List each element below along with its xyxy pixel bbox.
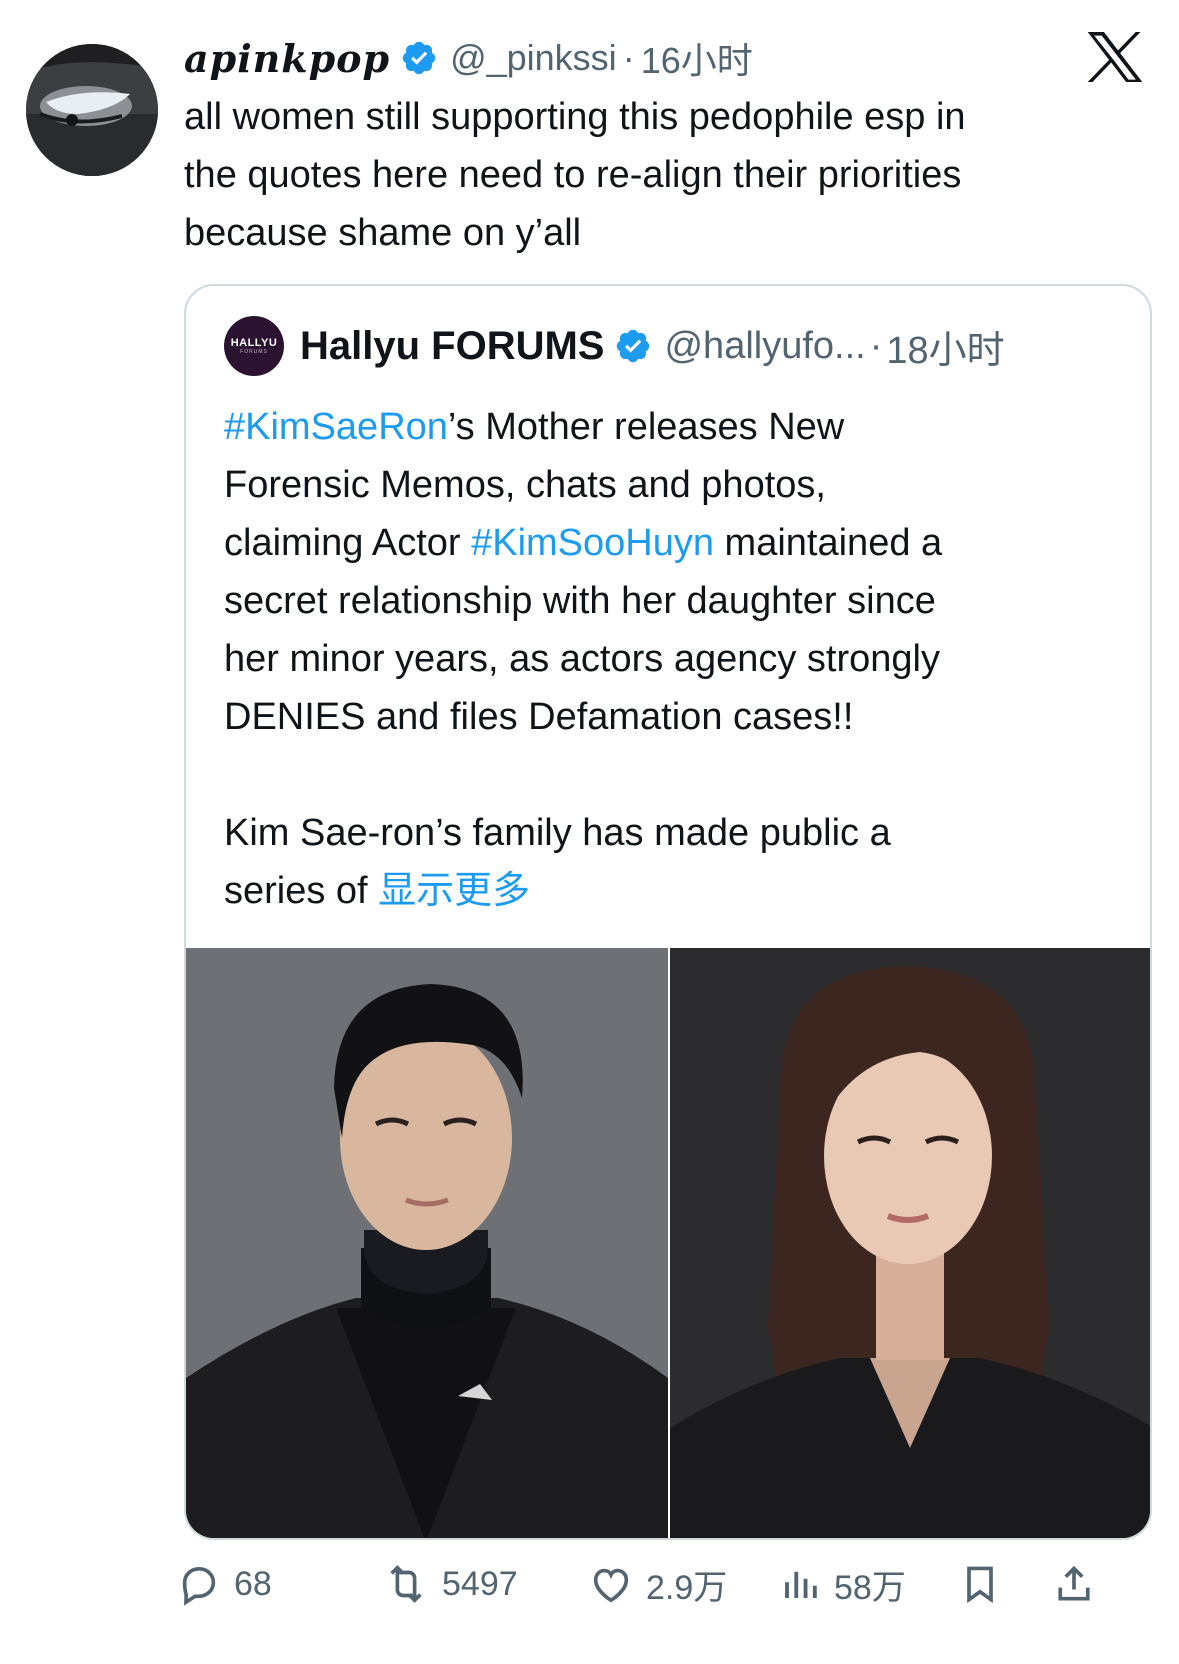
quoted-text-segment: claiming Actor (224, 522, 472, 564)
like-count: 2.9万 (646, 1568, 728, 1607)
verified-badge-icon (614, 327, 652, 365)
show-more-link[interactable]: 显示更多 (378, 870, 530, 912)
tweet-text-line: the quotes here need to re-align their p… (184, 154, 962, 196)
portrait-woman-image (670, 948, 1150, 1538)
avatar-image (26, 44, 158, 176)
repost-count: 5497 (442, 1564, 518, 1603)
quoted-tweet-text: #KimSaeRon’s Mother releases New Forensi… (224, 398, 1124, 920)
quoted-tweet[interactable]: HALLYU FORUMS Hallyu FORUMS @hallyufo...… (184, 284, 1152, 1540)
portrait-man-image (186, 948, 668, 1538)
tweet-text-line: because shame on y’all (184, 212, 582, 254)
media-photo-left[interactable] (186, 948, 668, 1538)
quoted-text-line: #KimSaeRon’s Mother releases New (224, 398, 1124, 456)
handle[interactable]: @_pinkssi (450, 37, 617, 79)
reply-count: 68 (234, 1564, 272, 1603)
quoted-text-line: series of 显示更多 (224, 862, 1124, 920)
share-button[interactable] (1052, 1548, 1096, 1620)
quoted-text-line: DENIES and files Defamation cases!! (224, 696, 854, 738)
view-count: 58万 (834, 1568, 906, 1607)
quoted-tweet-header: HALLYU FORUMS Hallyu FORUMS @hallyufo...… (224, 316, 1005, 376)
quoted-avatar-logo-subtext: FORUMS (240, 348, 268, 355)
quoted-handle[interactable]: @hallyufo... (664, 325, 865, 368)
quoted-display-name[interactable]: Hallyu FORUMS (300, 324, 604, 369)
hashtag-link[interactable]: #KimSooHuyn (471, 522, 714, 564)
action-bar: 68 5497 2.9万 58万 (182, 1548, 1144, 1620)
quoted-media[interactable] (186, 948, 1150, 1538)
quoted-text-segment: series of (224, 870, 379, 912)
avatar[interactable] (26, 44, 158, 176)
repost-button[interactable]: 5497 (382, 1548, 518, 1620)
timestamp[interactable]: 16小时 (641, 32, 753, 84)
quoted-timestamp[interactable]: 18小时 (886, 319, 1004, 374)
repost-icon (382, 1561, 430, 1607)
tweet-header: apinkpop @_pinkssi · 16小时 (184, 30, 753, 86)
views-icon (780, 1561, 822, 1607)
bookmark-icon (958, 1560, 1002, 1608)
tweet-text: all women still supporting this pedophil… (184, 88, 1144, 262)
separator-dot: · (869, 324, 883, 367)
reply-icon (176, 1561, 222, 1607)
media-photo-right[interactable] (670, 948, 1150, 1538)
reply-button[interactable]: 68 (176, 1548, 272, 1620)
quoted-avatar[interactable]: HALLYU FORUMS (224, 316, 284, 376)
verified-badge-icon (400, 39, 438, 77)
tweet-text-line: all women still supporting this pedophil… (184, 96, 966, 138)
quoted-text-line: her minor years, as actors agency strong… (224, 638, 940, 680)
like-button[interactable]: 2.9万 (588, 1548, 727, 1620)
heart-icon (588, 1561, 634, 1607)
quoted-text-line: claiming Actor #KimSooHuyn maintained a (224, 514, 1124, 572)
bookmark-button[interactable] (958, 1548, 1002, 1620)
quoted-text-line: Forensic Memos, chats and photos, (224, 464, 826, 506)
x-logo-icon (1086, 32, 1144, 82)
quoted-text-segment: maintained a (714, 522, 943, 564)
views-button[interactable]: 58万 (780, 1548, 906, 1620)
quoted-text-line: Kim Sae-ron’s family has made public a (224, 812, 891, 854)
display-name[interactable]: apinkpop (184, 36, 390, 81)
hashtag-link[interactable]: #KimSaeRon (224, 406, 448, 448)
quoted-text-line: secret relationship with her daughter si… (224, 580, 936, 622)
share-icon (1052, 1560, 1096, 1608)
quoted-avatar-logo-text: HALLYU (230, 336, 278, 349)
separator-dot: · (622, 37, 635, 78)
quoted-text-segment: ’s Mother releases New (447, 406, 845, 448)
tweet[interactable]: apinkpop @_pinkssi · 16小时 all women stil… (0, 0, 1179, 1664)
